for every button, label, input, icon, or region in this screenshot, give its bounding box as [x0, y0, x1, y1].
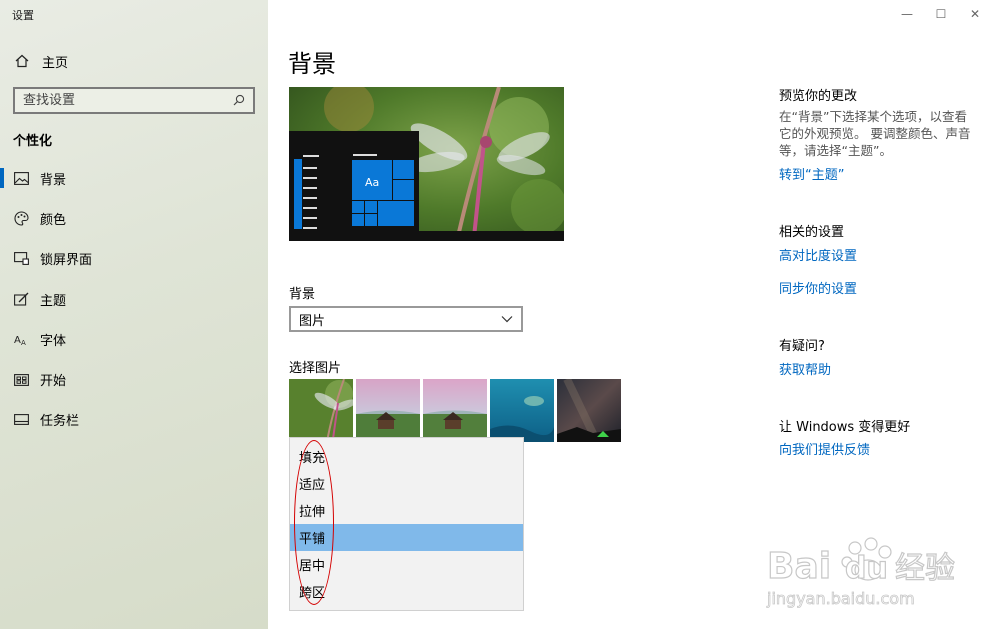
- search-icon[interactable]: [233, 91, 245, 110]
- background-type-label: 背景: [289, 287, 316, 302]
- feedback-link[interactable]: 向我们提供反馈: [779, 439, 870, 458]
- sidebar-item-label: 颜色: [40, 212, 67, 228]
- lock-screen-icon: [13, 251, 29, 267]
- fit-option-span[interactable]: 跨区: [290, 578, 523, 605]
- home-icon: [14, 53, 30, 69]
- chevron-down-icon: [501, 312, 513, 327]
- thumbnail-cabin-2[interactable]: [423, 379, 487, 442]
- background-type-select[interactable]: 图片: [289, 306, 523, 332]
- preview-heading: 预览你的更改: [779, 89, 858, 104]
- sidebar-item-background[interactable]: 背景: [0, 158, 268, 198]
- close-button[interactable]: ✕: [958, 4, 992, 24]
- section-title: 个性化: [13, 134, 53, 149]
- thumbnail-dragonfly[interactable]: [289, 379, 353, 442]
- sidebar-item-label: 主页: [42, 55, 69, 71]
- search-box[interactable]: [13, 87, 255, 114]
- taskbar-icon: [13, 412, 29, 428]
- background-preview: Aa: [289, 87, 564, 241]
- minimize-button[interactable]: —: [890, 4, 924, 24]
- start-icon: [13, 372, 29, 388]
- baidu-watermark: Bai du 经验 jingyan.baidu.com: [765, 520, 985, 620]
- background-type-value: 图片: [299, 313, 326, 329]
- fit-option-fill[interactable]: 填充: [290, 443, 523, 470]
- preview-image: Aa: [289, 87, 564, 241]
- watermark-brand: Bai: [767, 546, 831, 587]
- font-icon: AA: [13, 331, 29, 347]
- sidebar-item-label: 主题: [40, 293, 67, 309]
- thumbnail-night-sky[interactable]: [557, 379, 621, 442]
- sidebar: 设置 主页 个性化 背景 颜色 锁屏界面: [0, 0, 268, 629]
- sidebar-item-label: 背景: [40, 172, 67, 188]
- sidebar-item-label: 锁屏界面: [40, 253, 93, 269]
- goto-theme-link[interactable]: 转到“主题”: [779, 164, 844, 183]
- svg-text:A: A: [14, 335, 21, 346]
- sidebar-item-start[interactable]: 开始: [0, 359, 268, 399]
- choose-picture-label: 选择图片: [289, 361, 342, 376]
- get-help-link[interactable]: 获取帮助: [779, 359, 831, 378]
- fit-option-fit[interactable]: 适应: [290, 470, 523, 497]
- maximize-button[interactable]: ☐: [924, 4, 958, 24]
- preview-description: 在“背景”下选择某个选项，以查看它的外观预览。 要调整颜色、声音等，请选择“主题…: [779, 109, 971, 158]
- window-controls: — ☐ ✕: [890, 4, 992, 24]
- related-settings-heading: 相关的设置: [779, 225, 845, 240]
- watermark-brand-suffix: du: [845, 551, 888, 586]
- sidebar-item-home[interactable]: 主页: [14, 51, 68, 71]
- picture-thumbnails: [289, 379, 621, 442]
- preview-tile-label: Aa: [365, 176, 379, 189]
- theme-icon: [13, 291, 29, 307]
- fit-option-stretch[interactable]: 拉伸: [290, 497, 523, 524]
- sidebar-item-label: 任务栏: [40, 414, 80, 430]
- fit-option-tile[interactable]: 平铺: [290, 524, 523, 551]
- improve-windows-heading: 让 Windows 变得更好: [779, 420, 911, 435]
- search-input[interactable]: [23, 93, 223, 108]
- watermark-url: jingyan.baidu.com: [766, 589, 915, 608]
- sidebar-item-lock-screen[interactable]: 锁屏界面: [0, 239, 268, 279]
- nav-list: 背景 颜色 锁屏界面 主题 AA 字体 开始 任务栏: [0, 158, 268, 440]
- watermark-product: 经验: [895, 551, 955, 586]
- page-title: 背景: [288, 50, 336, 78]
- app-title: 设置: [12, 9, 34, 22]
- sidebar-item-fonts[interactable]: AA 字体: [0, 319, 268, 359]
- sidebar-item-label: 字体: [40, 333, 67, 349]
- fit-dropdown-list: 填充 适应 拉伸 平铺 居中 跨区: [289, 437, 524, 611]
- fit-option-center[interactable]: 居中: [290, 551, 523, 578]
- question-heading: 有疑问?: [779, 339, 825, 354]
- sidebar-item-label: 开始: [40, 374, 67, 390]
- svg-text:A: A: [21, 339, 26, 346]
- sidebar-item-taskbar[interactable]: 任务栏: [0, 400, 268, 440]
- high-contrast-link[interactable]: 高对比度设置: [779, 245, 857, 264]
- palette-icon: [13, 210, 29, 226]
- thumbnail-cabin-1[interactable]: [356, 379, 420, 442]
- sidebar-item-colors[interactable]: 颜色: [0, 198, 268, 238]
- thumbnail-underwater[interactable]: [490, 379, 554, 442]
- sync-settings-link[interactable]: 同步你的设置: [779, 278, 857, 297]
- sidebar-item-themes[interactable]: 主题: [0, 279, 268, 319]
- image-icon: [13, 170, 29, 186]
